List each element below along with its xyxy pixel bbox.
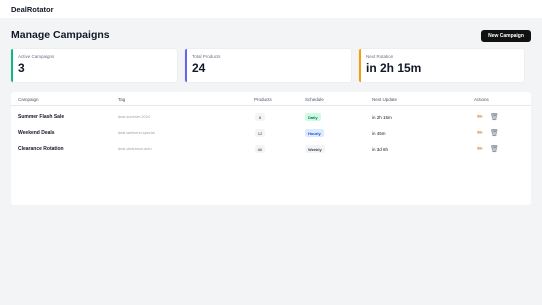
schedule-badge: Weekly <box>305 145 325 153</box>
trash-icon[interactable]: 🗑 <box>490 145 499 153</box>
pencil-icon[interactable]: ✏ <box>477 145 483 153</box>
column-header-next-update: Next Update <box>372 97 398 102</box>
campaign-tag: deal-summer-2024 <box>118 115 150 119</box>
products-count: 8 <box>255 113 265 121</box>
products-count: All <box>255 145 265 153</box>
schedule-badge: Hourly <box>305 129 324 137</box>
stat-card-total-products: Total Products 24 <box>185 49 351 82</box>
stat-card-next-rotation: Next Rotation in 2h 15m <box>359 49 524 82</box>
next-update: in 45m <box>372 131 386 136</box>
stat-label: Total Products <box>192 54 221 59</box>
campaigns-table: Campaign Tag Products Schedule Next Upda… <box>11 92 531 205</box>
campaign-tag: deal-clearance-auto <box>118 147 152 151</box>
new-campaign-button[interactable]: New Campaign <box>481 30 531 42</box>
trash-icon[interactable]: 🗑 <box>490 129 499 137</box>
products-count: 12 <box>255 129 265 137</box>
stat-label: Active Campaigns <box>18 54 55 59</box>
next-update: in 3d 6h <box>372 147 389 152</box>
top-bar: DealRotator <box>0 0 542 18</box>
table-row: Summer Flash Sale deal-summer-2024 8 Dai… <box>11 110 531 126</box>
page-title: Manage Campaigns <box>11 29 110 41</box>
stat-label: Next Rotation <box>366 54 394 59</box>
table-row: Clearance Rotation deal-clearance-auto A… <box>11 142 531 158</box>
pencil-icon[interactable]: ✏ <box>477 129 483 137</box>
pencil-icon[interactable]: ✏ <box>477 113 483 121</box>
stat-card-active-campaigns: Active Campaigns 3 <box>11 49 177 82</box>
column-header-actions: Actions <box>474 97 489 102</box>
trash-icon[interactable]: 🗑 <box>490 113 499 121</box>
next-update: in 2h 15m <box>372 115 392 120</box>
stat-value: 3 <box>18 61 25 75</box>
campaign-name: Weekend Deals <box>18 130 55 136</box>
campaign-name: Summer Flash Sale <box>18 114 65 120</box>
schedule-badge: Daily <box>305 113 321 121</box>
column-header-products: Products <box>254 97 272 102</box>
app-logo[interactable]: DealRotator <box>11 5 54 14</box>
column-header-schedule: Schedule <box>305 97 324 102</box>
column-header-campaign: Campaign <box>18 97 39 102</box>
table-header: Campaign Tag Products Schedule Next Upda… <box>11 92 531 106</box>
stat-value: 24 <box>192 61 206 75</box>
stat-value: in 2h 15m <box>366 61 422 75</box>
table-row: Weekend Deals deal-weekend-special 12 Ho… <box>11 126 531 142</box>
column-header-tag: Tag <box>118 97 126 102</box>
campaign-name: Clearance Rotation <box>18 146 64 152</box>
campaign-tag: deal-weekend-special <box>118 131 155 135</box>
